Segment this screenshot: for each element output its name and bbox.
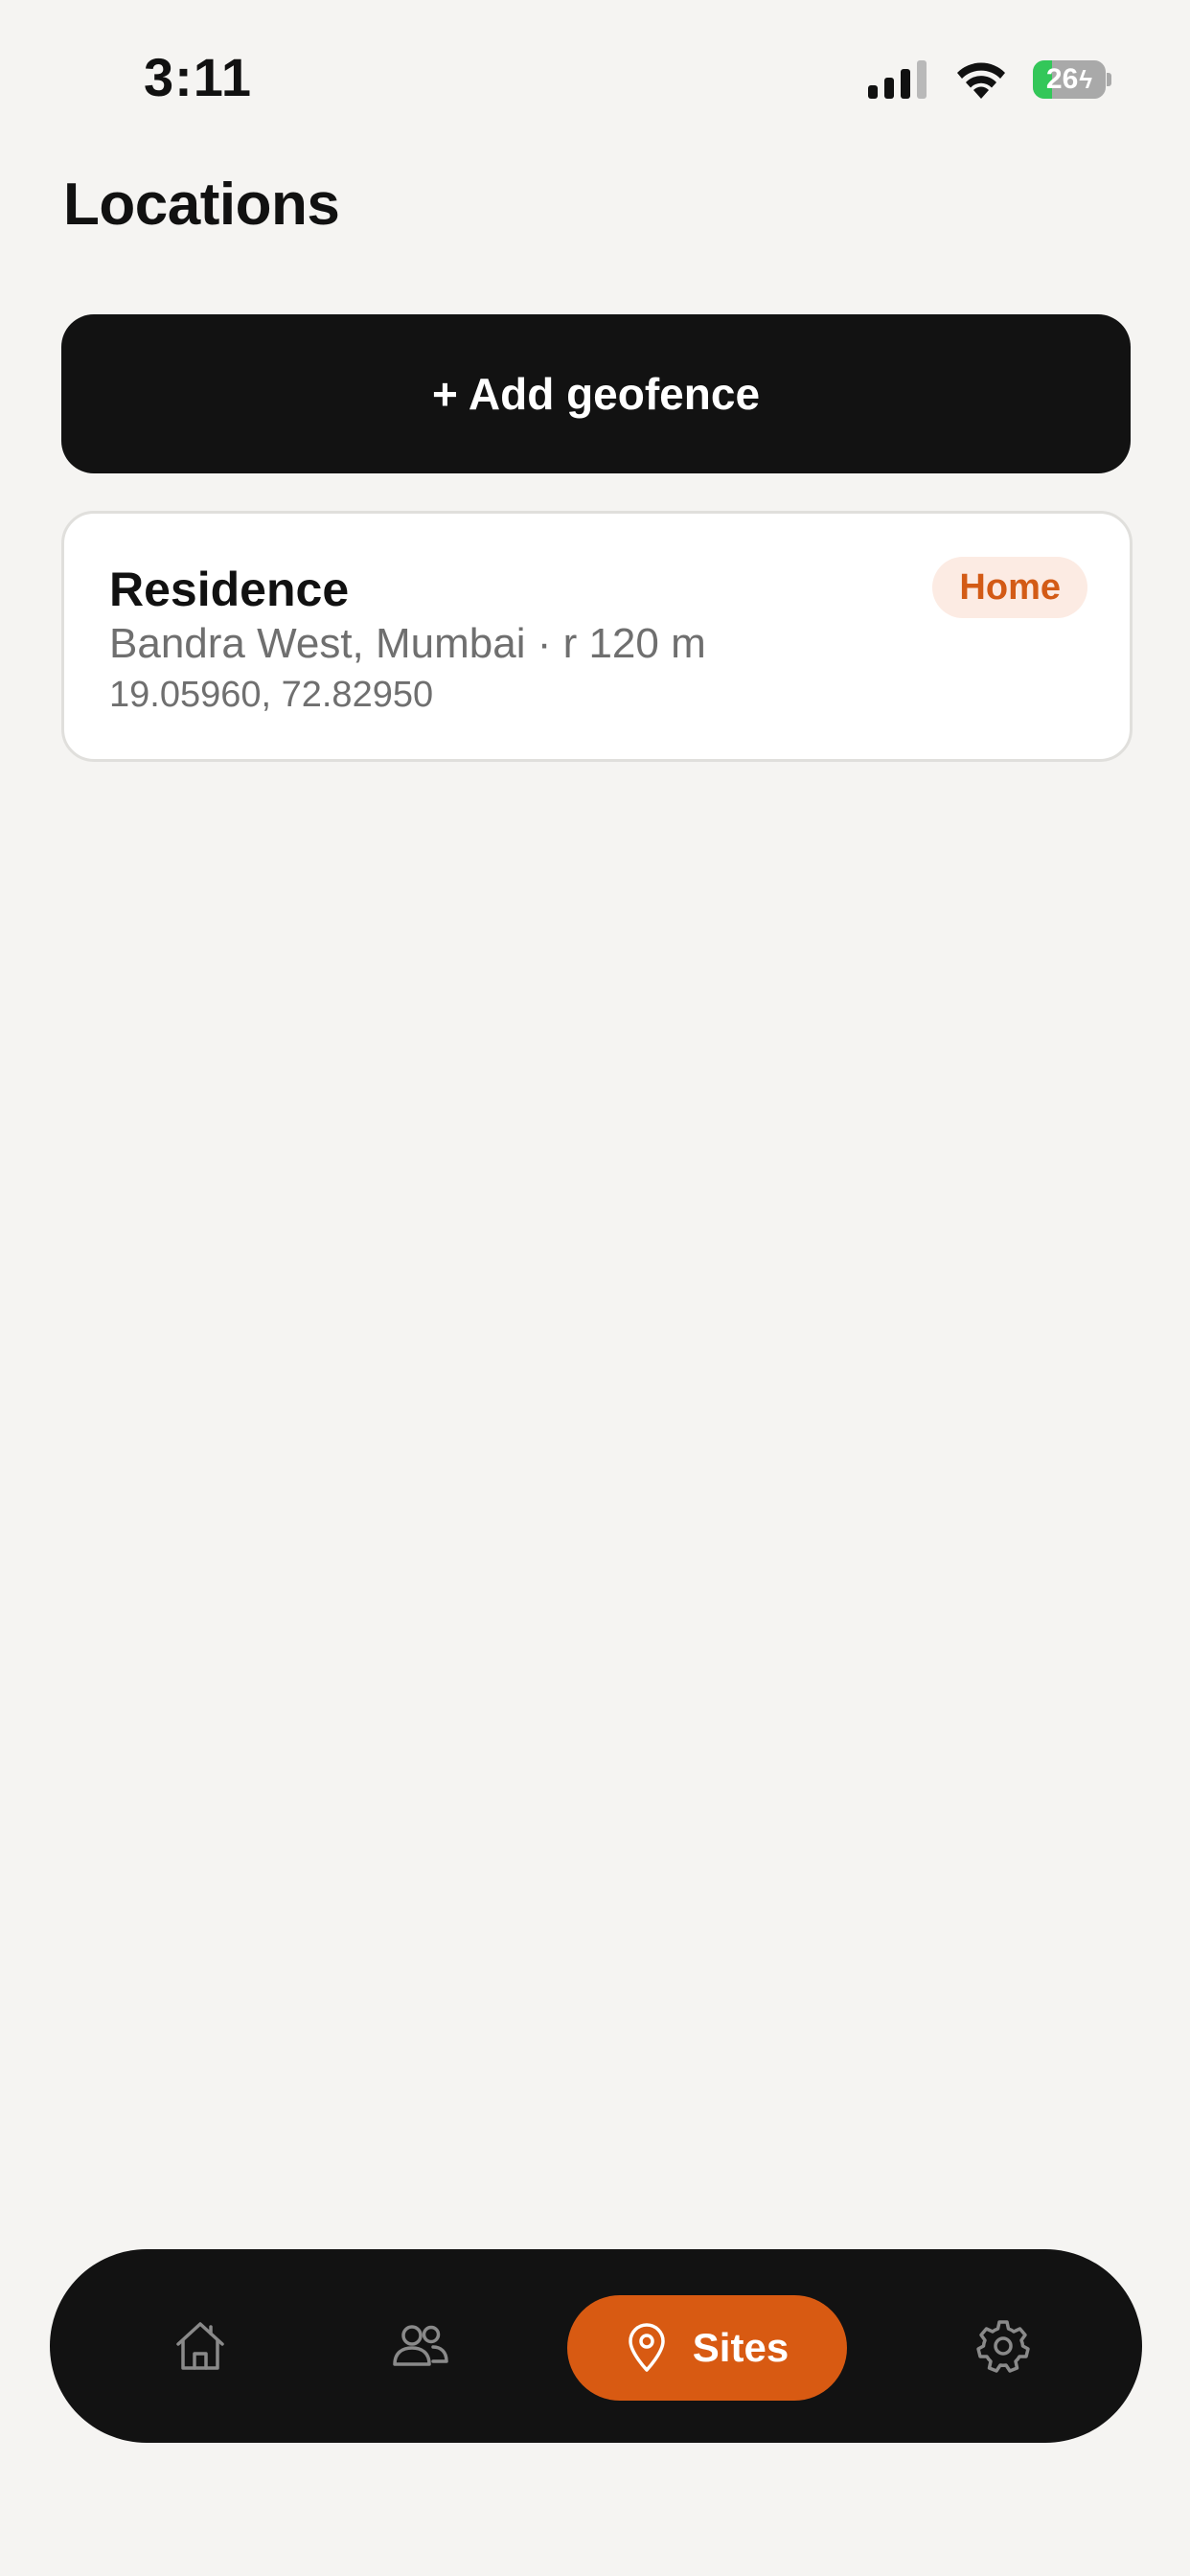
battery-percentage: 26 bbox=[1045, 63, 1079, 95]
tab-sites[interactable]: Sites bbox=[567, 2295, 847, 2401]
tab-people[interactable] bbox=[358, 2249, 483, 2443]
add-geofence-button[interactable]: + Add geofence bbox=[61, 314, 1131, 473]
battery-charging-icon: 26 ϟ bbox=[1033, 60, 1111, 99]
status-icons: 26 ϟ bbox=[868, 58, 1111, 102]
tab-home[interactable] bbox=[138, 2249, 263, 2443]
status-time: 3:11 bbox=[144, 47, 252, 107]
location-address-radius: Bandra West, Mumbai · r 120 m bbox=[109, 620, 706, 667]
home-icon bbox=[176, 2322, 224, 2370]
tab-sites-label: Sites bbox=[692, 2325, 790, 2370]
gear-icon bbox=[976, 2320, 1030, 2373]
location-coordinates: 19.05960, 72.82950 bbox=[109, 675, 434, 715]
status-bar: 3:11 26 ϟ bbox=[0, 0, 1190, 153]
cellular-signal-icon bbox=[868, 60, 927, 99]
location-type-badge: Home bbox=[932, 557, 1087, 618]
location-name: Residence bbox=[109, 563, 350, 616]
wifi-icon bbox=[957, 62, 1005, 99]
bolt-icon: ϟ bbox=[1079, 64, 1093, 94]
location-card-residence[interactable]: Residence Home Bandra West, Mumbai · r 1… bbox=[61, 511, 1133, 762]
people-icon bbox=[393, 2325, 448, 2366]
tab-settings[interactable] bbox=[941, 2249, 1065, 2443]
location-pin-icon bbox=[629, 2323, 665, 2372]
bottom-tab-bar: Sites bbox=[50, 2249, 1142, 2443]
page-title: Locations bbox=[63, 172, 340, 238]
